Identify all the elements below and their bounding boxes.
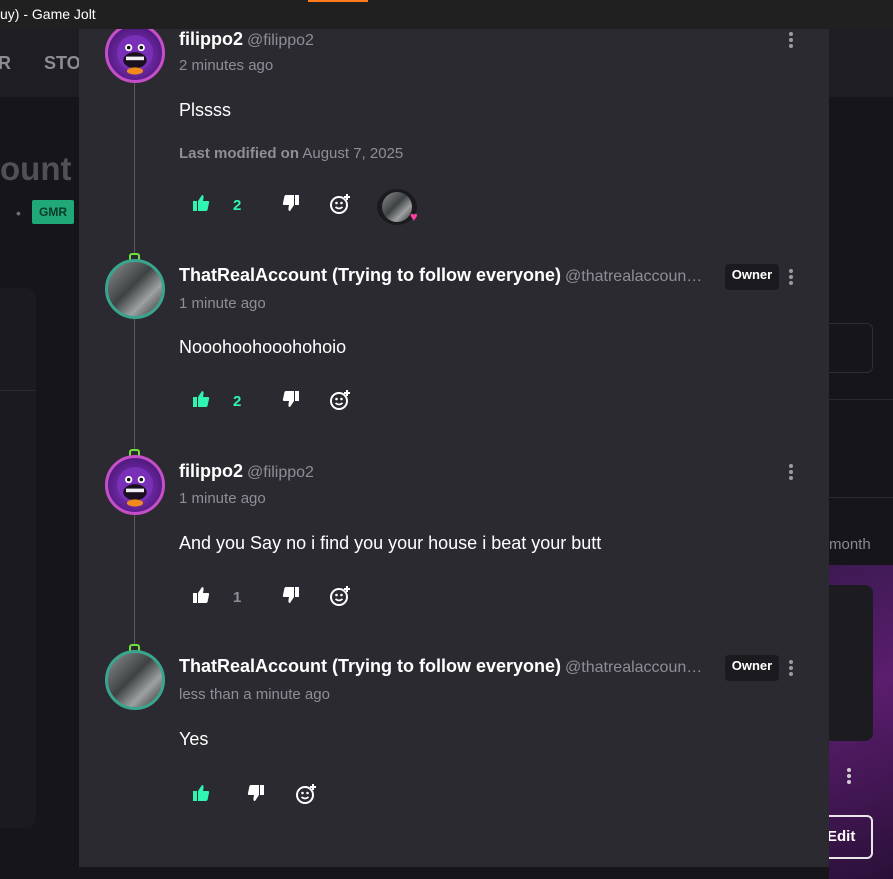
comment-timestamp[interactable]: 2 minutes ago [179, 57, 273, 74]
thumbs-up-icon [193, 195, 210, 211]
comment-author-name[interactable]: ThatRealAccount (Trying to follow everyo… [179, 656, 561, 676]
thumbs-down-icon [282, 195, 299, 211]
window-titlebar: uy) - Game Jolt [0, 0, 893, 29]
purple-monster-avatar[interactable] [105, 455, 165, 515]
dislike-button[interactable] [281, 193, 301, 223]
comment-body: And you Say no i find you your house i b… [179, 533, 602, 553]
comment-author-username[interactable]: @filippo2 [247, 464, 314, 481]
comment-body: Yes [179, 729, 209, 749]
purple-monster-avatar[interactable] [105, 29, 165, 83]
dislike-button[interactable] [281, 585, 301, 615]
background-more-icon [843, 766, 855, 788]
comment-actions: 1 [179, 585, 479, 615]
thumbs-down-icon [282, 391, 299, 407]
comment-more-options-icon[interactable] [785, 30, 797, 52]
like-count[interactable]: 2 [233, 393, 241, 410]
reaction-avatar-pill[interactable]: ♥ [377, 189, 418, 225]
background-left-panel [0, 288, 36, 828]
gray-photo-avatar[interactable] [105, 259, 165, 319]
reactor-avatar [382, 192, 412, 222]
comment-author-name[interactable]: filippo2 [179, 461, 243, 481]
like-button[interactable] [191, 585, 211, 615]
thumbs-up-icon [193, 785, 210, 801]
owner-badge: Owner [725, 655, 779, 681]
comment-thread-modal: filippo2 @filippo2 2 minutes ago Plssss L… [79, 29, 829, 867]
add-emoji-icon [330, 194, 350, 214]
comment-timestamp[interactable]: less than a minute ago [179, 686, 330, 703]
background-gmr-badge: GMR [32, 200, 74, 224]
modified-date: August 7, 2025 [302, 145, 404, 162]
dislike-button[interactable] [281, 389, 301, 419]
thumbs-down-icon [282, 587, 299, 603]
comment-author-username[interactable]: @thatrealaccoun… [565, 659, 702, 676]
add-reaction-button[interactable] [329, 389, 351, 419]
background-card [829, 585, 873, 741]
window-title: uy) - Game Jolt [0, 6, 96, 22]
like-button[interactable] [191, 389, 211, 419]
like-count[interactable]: 2 [233, 197, 241, 214]
add-reaction-button[interactable] [329, 193, 351, 223]
background-edit-button: Edit [827, 815, 873, 859]
background-timestamp: month [829, 536, 871, 553]
comment-more-options-icon[interactable] [785, 462, 797, 484]
owner-badge: Owner [725, 264, 779, 290]
background-divider [829, 497, 893, 498]
modified-label: Last modified on [179, 145, 299, 162]
comment-actions: 2 [179, 389, 479, 419]
like-button[interactable] [191, 783, 211, 813]
thumbs-up-icon [193, 391, 210, 407]
background-divider [829, 399, 893, 400]
avatar-art-icon [117, 35, 153, 75]
add-emoji-icon [296, 784, 316, 804]
background-page-title: ount ( [0, 150, 92, 187]
comment-body: Nooohoohooohohoio [179, 337, 347, 357]
active-tab-indicator [308, 0, 368, 2]
comment-timestamp[interactable]: 1 minute ago [179, 295, 266, 312]
add-emoji-icon [330, 586, 350, 606]
comment-author-name[interactable]: ThatRealAccount (Trying to follow everyo… [179, 265, 561, 285]
background-input [829, 323, 873, 373]
avatar-art-icon [117, 467, 153, 507]
background-nav-item: R [0, 53, 11, 73]
background-nav-item: STO [44, 53, 81, 73]
thumbs-down-icon [247, 785, 264, 801]
comment-author-username[interactable]: @thatrealaccoun… [565, 268, 702, 285]
dislike-button[interactable] [246, 783, 266, 813]
background-divider [0, 390, 36, 391]
comment-more-options-icon[interactable] [785, 267, 797, 289]
comment-body: Plssss [179, 100, 232, 120]
comment-last-modified: Last modified on August 7, 2025 [179, 145, 403, 162]
thread-connector-line [134, 69, 135, 689]
add-emoji-icon [330, 390, 350, 410]
like-count[interactable]: 1 [233, 589, 241, 606]
thumbs-up-icon [193, 587, 210, 603]
comment-more-options-icon[interactable] [785, 658, 797, 680]
like-button[interactable] [191, 193, 211, 223]
comment-actions: 2 [179, 193, 479, 223]
comment-actions [179, 783, 479, 813]
add-reaction-button[interactable] [295, 783, 317, 813]
comment-author-name[interactable]: filippo2 [179, 29, 243, 49]
gray-photo-avatar[interactable] [105, 650, 165, 710]
comment-timestamp[interactable]: 1 minute ago [179, 490, 266, 507]
add-reaction-button[interactable] [329, 585, 351, 615]
comment-author-username[interactable]: @filippo2 [247, 32, 314, 49]
heart-icon: ♥ [410, 209, 418, 224]
background-separator-dot: • [16, 205, 21, 221]
